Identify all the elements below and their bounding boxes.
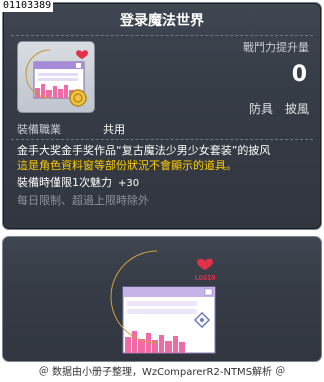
item-tags: 防具 披風 — [249, 101, 309, 117]
charm-bonus-line: 裝備時僅限1次魅力 +30 — [17, 175, 313, 191]
login-badge: LOGIN — [194, 274, 215, 282]
attack-increase-label: 戰鬥力提升量 — [243, 41, 309, 54]
daily-limit-note: 每日限制、超過上限時除外 — [17, 194, 149, 207]
item-preview-panel: LOGIN — [2, 236, 322, 362]
crescent-moon-login-cape-icon — [25, 49, 88, 107]
charm-bonus-label: 裝備時僅限1次魅力 — [17, 176, 112, 189]
job-label: 裝備職業 — [17, 123, 61, 136]
tag-armor: 防具 — [248, 102, 273, 116]
description-line: 金手大奖金手奖作品“复古魔法少男少女套装”的披风 — [17, 144, 271, 157]
item-title: 登录魔法世界 — [120, 13, 204, 29]
crescent-moon-login-cape-preview: LOGIN — [110, 250, 216, 354]
item-icon-frame — [17, 41, 95, 113]
charm-bonus-value: +30 — [118, 178, 140, 189]
attack-increase-value: 0 — [291, 62, 307, 87]
title-divider — [11, 35, 313, 36]
footer-credit: ＠ 数据由小册子整理，WzComparerR2-NTMS解析 ＠ — [38, 367, 286, 378]
item-description: 金手大奖金手奖作品“复古魔法少男少女套装”的披风 這是角色資料窗等部份狀況不會顯… — [17, 143, 313, 208]
item-code: 01103389 — [1, 0, 54, 12]
job-value: 共用 — [103, 123, 125, 136]
description-warning: 這是角色資料窗等部份狀況不會顯示的道具。 — [17, 159, 237, 172]
item-tooltip: 登录魔法世界 戰鬥力提升量 0 防具 披風 裝備職業 共用 金手大奖金手奖作品“… — [2, 2, 322, 230]
tag-cape: 披風 — [284, 102, 309, 116]
info-divider — [11, 139, 313, 140]
